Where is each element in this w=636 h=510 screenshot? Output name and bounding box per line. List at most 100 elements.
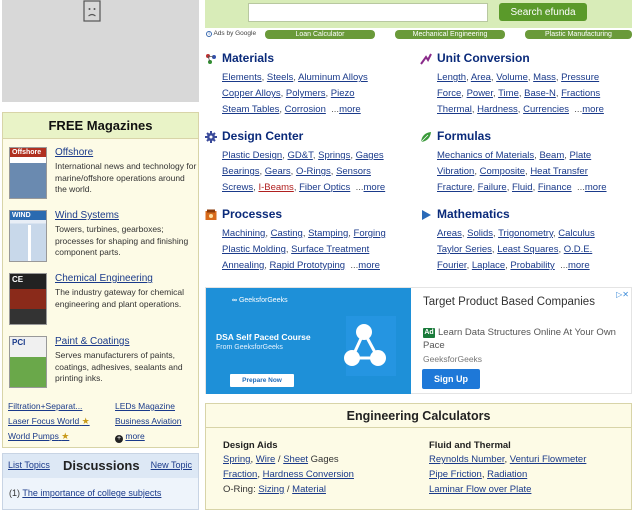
link-fourier[interactable]: Fourier xyxy=(437,260,467,271)
more-link[interactable]: more xyxy=(585,182,607,193)
link-fracture[interactable]: Fracture xyxy=(437,182,472,193)
link-bearings[interactable]: Bearings xyxy=(222,166,260,177)
discussion-item-link[interactable]: The importance of college subjects xyxy=(22,488,161,498)
link-rapid-prototyping[interactable]: Rapid Prototyping xyxy=(270,260,346,271)
link-ode[interactable]: O.D.E. xyxy=(564,244,593,255)
section-title[interactable]: Formulas xyxy=(437,129,491,143)
link-hardness[interactable]: Hardness xyxy=(477,104,518,115)
link-least-squares[interactable]: Least Squares xyxy=(497,244,558,255)
more-link[interactable]: more xyxy=(358,260,380,271)
prepare-now-button[interactable]: Prepare Now xyxy=(230,374,294,387)
link-force[interactable]: Force xyxy=(437,88,461,99)
link-machining[interactable]: Machining xyxy=(222,228,265,239)
link-aluminum-alloys[interactable]: Aluminum Alloys xyxy=(298,72,368,83)
link-steels[interactable]: Steels xyxy=(267,72,293,83)
magazine-link-laser-focus[interactable]: Laser Focus World ★ xyxy=(8,416,90,427)
link-pipe-friction[interactable]: Pipe Friction xyxy=(429,469,482,480)
ad-banner-image[interactable]: ∞ GeeksforGeeks DSA Self Paced Course Fr… xyxy=(206,288,411,394)
link-reynolds-number[interactable]: Reynolds Number xyxy=(429,454,505,465)
link-trigonometry[interactable]: Trigonometry xyxy=(498,228,553,239)
link-fluid[interactable]: Fluid xyxy=(512,182,533,193)
link-spring[interactable]: Spring xyxy=(223,454,250,465)
link-label[interactable]: more xyxy=(125,431,144,441)
magazine-title-link[interactable]: Chemical Engineering xyxy=(55,273,153,284)
link-length[interactable]: Length xyxy=(437,72,466,83)
link-annealing[interactable]: Annealing xyxy=(222,260,264,271)
link-heat-transfer[interactable]: Heat Transfer xyxy=(530,166,588,177)
search-input[interactable] xyxy=(248,3,488,22)
link-steam-tables[interactable]: Steam Tables xyxy=(222,104,279,115)
magazine-cover-chemical[interactable]: CE xyxy=(9,273,47,325)
link-i-beams[interactable]: I-Beams xyxy=(258,182,293,193)
ad-link-mechanical-engineering[interactable]: Mechanical Engineering xyxy=(395,30,505,39)
link-probability[interactable]: Probability xyxy=(510,260,554,271)
link-solids[interactable]: Solids xyxy=(467,228,493,239)
link-power[interactable]: Power xyxy=(467,88,493,99)
link-copper-alloys[interactable]: Copper Alloys xyxy=(222,88,281,99)
link-material[interactable]: Material xyxy=(292,484,326,495)
link-composite[interactable]: Composite xyxy=(480,166,525,177)
link-finance[interactable]: Finance xyxy=(538,182,572,193)
link-vibration[interactable]: Vibration xyxy=(437,166,474,177)
sign-up-button[interactable]: Sign Up xyxy=(422,369,480,389)
more-link[interactable]: more xyxy=(568,260,590,271)
link-forging[interactable]: Forging xyxy=(354,228,386,239)
list-topics-link[interactable]: List Topics xyxy=(8,460,50,470)
section-title[interactable]: Design Center xyxy=(222,129,303,143)
link-corrosion[interactable]: Corrosion xyxy=(285,104,326,115)
link-beam[interactable]: Beam xyxy=(539,150,564,161)
link-screws[interactable]: Screws xyxy=(222,182,253,193)
link-mass[interactable]: Mass xyxy=(533,72,556,83)
link-springs[interactable]: Springs xyxy=(318,150,350,161)
link-gears[interactable]: Gears xyxy=(265,166,291,177)
magazine-cover-paint[interactable]: PCI xyxy=(9,336,47,388)
link-taylor-series[interactable]: Taylor Series xyxy=(437,244,492,255)
link-venturi-flowmeter[interactable]: Venturi Flowmeter xyxy=(510,454,587,465)
more-link[interactable]: more xyxy=(364,182,386,193)
link-base-n[interactable]: Base-N xyxy=(524,88,556,99)
link-currencies[interactable]: Currencies xyxy=(523,104,569,115)
magazine-link-world-pumps[interactable]: World Pumps ★ xyxy=(8,431,69,442)
section-title[interactable]: Processes xyxy=(222,207,282,221)
link-pressure[interactable]: Pressure xyxy=(561,72,599,83)
link-laplace[interactable]: Laplace xyxy=(472,260,505,271)
magazine-link-business-aviation[interactable]: Business Aviation xyxy=(115,416,181,426)
discussion-item[interactable]: (1) The importance of college subjects xyxy=(9,488,161,498)
link-stamping[interactable]: Stamping xyxy=(308,228,348,239)
section-title[interactable]: Unit Conversion xyxy=(437,51,530,65)
link-mechanics-of-materials[interactable]: Mechanics of Materials xyxy=(437,150,534,161)
more-link[interactable]: more xyxy=(582,104,604,115)
link-areas[interactable]: Areas xyxy=(437,228,462,239)
link-fractions[interactable]: Fractions xyxy=(561,88,600,99)
link-piezo[interactable]: Piezo xyxy=(331,88,355,99)
magazine-link-more[interactable]: + more xyxy=(115,431,145,443)
link-radiation[interactable]: Radiation xyxy=(487,469,527,480)
link-label[interactable]: Laser Focus World xyxy=(8,416,79,426)
ad-link-loan-calculator[interactable]: Loan Calculator xyxy=(265,30,375,39)
new-topic-link[interactable]: New Topic xyxy=(151,460,192,470)
magazine-cover-wind[interactable]: WIND xyxy=(9,210,47,262)
link-thermal[interactable]: Thermal xyxy=(437,104,472,115)
link-wire[interactable]: Wire xyxy=(256,454,276,465)
link-o-rings[interactable]: O-Rings xyxy=(296,166,331,177)
link-surface-treatment[interactable]: Surface Treatment xyxy=(291,244,369,255)
magazine-title-link[interactable]: Offshore xyxy=(55,147,93,158)
link-sizing[interactable]: Sizing xyxy=(258,484,284,495)
ad-headline[interactable]: Target Product Based Companies xyxy=(423,294,623,310)
link-failure[interactable]: Failure xyxy=(478,182,507,193)
magazine-cover-offshore[interactable]: Offshore xyxy=(9,147,47,199)
magazine-title-link[interactable]: Paint & Coatings xyxy=(55,336,130,347)
section-title[interactable]: Mathematics xyxy=(437,207,510,221)
link-time[interactable]: Time xyxy=(498,88,519,99)
link-plate[interactable]: Plate xyxy=(570,150,592,161)
link-laminar-flow[interactable]: Laminar Flow over Plate xyxy=(429,484,531,495)
section-title[interactable]: Materials xyxy=(222,51,274,65)
magazine-title-link[interactable]: Wind Systems xyxy=(55,210,119,221)
ad-banner[interactable]: ∞ GeeksforGeeks DSA Self Paced Course Fr… xyxy=(205,287,632,394)
link-casting[interactable]: Casting xyxy=(271,228,303,239)
link-plastic-design[interactable]: Plastic Design xyxy=(222,150,282,161)
link-calculus[interactable]: Calculus xyxy=(558,228,594,239)
link-area[interactable]: Area xyxy=(471,72,491,83)
ad-link-plastic-manufacturing[interactable]: Plastic Manufacturing xyxy=(525,30,632,39)
link-polymers[interactable]: Polymers xyxy=(286,88,326,99)
